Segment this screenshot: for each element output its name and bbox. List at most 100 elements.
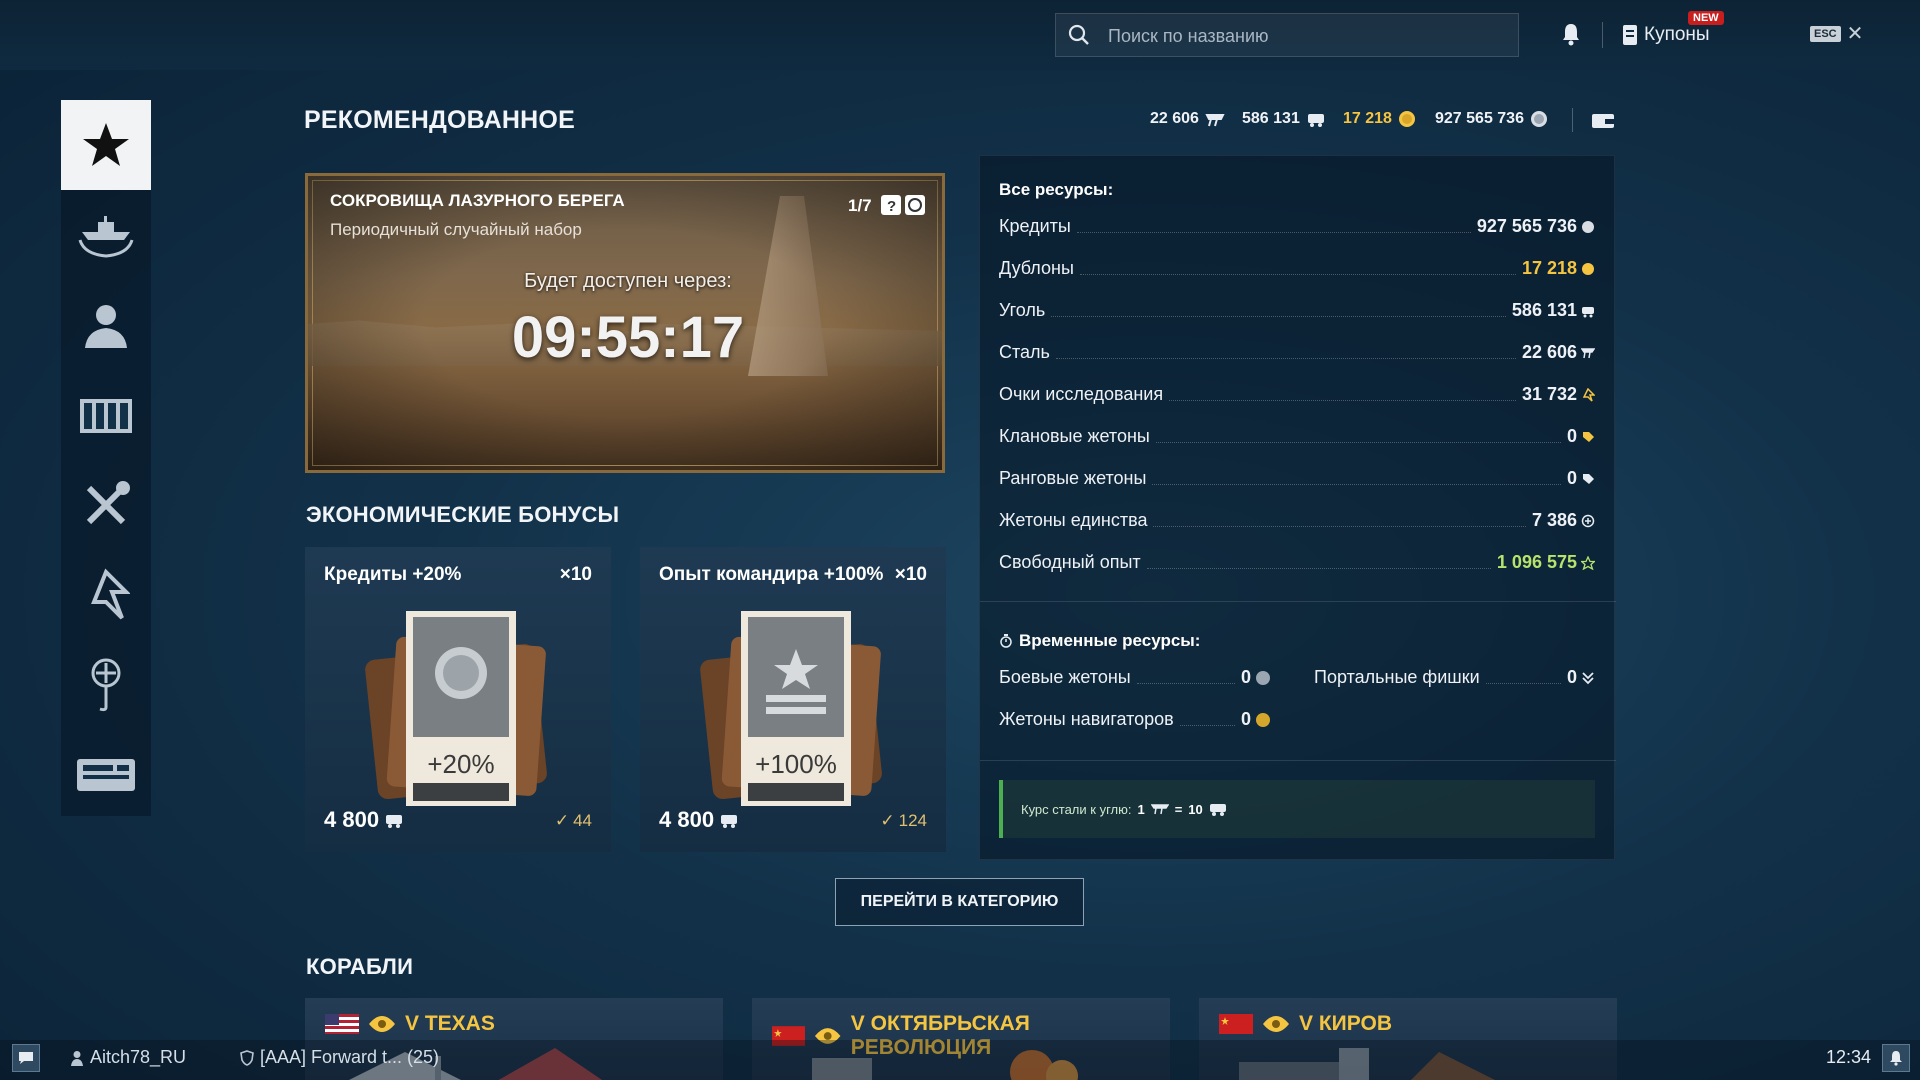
doubloons-value: 17 218 (1343, 110, 1392, 127)
star-icon (83, 123, 129, 166)
sidebar-item-ships[interactable] (61, 190, 151, 280)
container-icon (80, 399, 132, 433)
ship-name: V TEXAS (405, 1012, 495, 1035)
resource-row-free-xp: Свободный опыт 1 096 575 (999, 552, 1595, 573)
ship-name: V КИРОВ (1299, 1012, 1392, 1035)
sidebar-item-commanders[interactable] (61, 280, 151, 370)
resource-row-battle-tokens: Боевые жетоны 0 (999, 667, 1271, 688)
bell-icon (1890, 1051, 1902, 1066)
resource-value: 17 218 (1521, 258, 1577, 278)
resource-row-coal: Уголь 586 131 (999, 300, 1595, 321)
console-icon (77, 759, 135, 791)
player-icon (71, 1050, 83, 1066)
ship-title: V КИРОВ (1219, 1012, 1392, 1036)
svg-text:?: ? (887, 198, 896, 215)
divider (1602, 22, 1603, 48)
sidebar-item-customization[interactable] (61, 640, 151, 730)
go-to-category-button[interactable]: ПЕРЕЙТИ В КАТЕГОРИЮ (835, 878, 1084, 926)
coal-icon (1209, 804, 1226, 816)
bonus-card-commander-xp[interactable]: Опыт командира +100% ×10 +100% 4 800 ✓ 1… (640, 547, 946, 852)
checkmark-icon: ✓ (554, 811, 570, 830)
chat-button[interactable] (12, 1044, 40, 1072)
rank-token-icon (1583, 473, 1594, 484)
credits-icon (1582, 220, 1594, 233)
player-info[interactable]: Aitch78_RU (70, 1047, 186, 1068)
divider (980, 760, 1616, 761)
coal-icon (721, 815, 738, 828)
clan-token-icon (1583, 431, 1594, 442)
resource-row-unity-tokens: Жетоны единства 7 386 (999, 510, 1595, 531)
portal-chip-icon (1582, 671, 1594, 684)
sidebar-item-containers[interactable] (61, 370, 151, 460)
coupons-button[interactable]: Купоны (1622, 22, 1710, 48)
timer-icon (1000, 634, 1012, 648)
sidebar-item-misc[interactable] (61, 730, 151, 820)
ussr-flag-icon (1219, 1014, 1253, 1034)
resource-value: 7 386 (1531, 510, 1577, 530)
wallet-icon[interactable] (1591, 112, 1615, 130)
resource-row-clan-tokens: Клановые жетоны 0 (999, 426, 1595, 447)
exchange-rate-equals: = (1174, 801, 1183, 817)
bundle-badges: ? (880, 194, 926, 216)
resource-row-credits: Кредиты 927 565 736 (999, 216, 1595, 237)
commander-xp-bonus-art: +100% (700, 611, 882, 806)
featured-bundle-banner[interactable]: СОКРОВИЩА ЛАЗУРНОГО БЕРЕГА Периодичный с… (305, 173, 945, 473)
resource-label: Очки исследования (999, 384, 1164, 404)
clock: 12:34 (1826, 1047, 1872, 1067)
flag-emblem-icon (91, 658, 121, 712)
resource-value: 927 565 736 (1476, 216, 1577, 236)
temporary-resources-title: Временные ресурсы: (1019, 631, 1201, 650)
us-flag-icon (325, 1014, 359, 1034)
page-title: РЕКОМЕНДОВАННОЕ (304, 106, 575, 134)
resource-value: 0 (1566, 468, 1577, 488)
search-icon (1068, 24, 1089, 45)
coal-icon (386, 815, 403, 828)
bundle-count: 1/7 (848, 196, 872, 215)
coupon-icon (1623, 25, 1637, 45)
all-resources-heading: Все ресурсы: (999, 180, 1114, 199)
resource-row-portal-chips: Портальные фишки 0 (1314, 667, 1595, 688)
resource-row-steel: Сталь 22 606 (999, 342, 1595, 363)
availability-label: Будет доступен через: (524, 270, 732, 292)
resource-value: 31 732 (1521, 384, 1577, 404)
checkmark-icon: ✓ (880, 811, 895, 830)
doubloons-balance: 17 218 (1343, 110, 1416, 128)
bonus-card-credits[interactable]: Кредиты +20% ×10 +20% 4 800 ✓ 44 (305, 547, 611, 852)
sidebar-item-research[interactable] (61, 550, 151, 640)
bonus-card-multiplier: ×10 (894, 564, 927, 585)
close-button[interactable]: ESC ✕ (1810, 24, 1863, 44)
battle-token-icon (1256, 670, 1270, 685)
resource-label: Жетоны единства (999, 510, 1148, 530)
coal-value: 586 131 (1242, 110, 1300, 127)
resource-label: Жетоны навигаторов (999, 709, 1174, 729)
exchange-rate-label: Курс стали к углю: (1021, 801, 1132, 817)
bonus-badge-text: +100% (755, 749, 837, 779)
bonus-price-value: 4 800 (659, 807, 715, 832)
notifications-button[interactable] (1882, 1044, 1910, 1072)
resource-label: Уголь (999, 300, 1046, 320)
divider (980, 601, 1616, 602)
notifications-bell-icon[interactable] (1561, 22, 1581, 46)
resource-row-navigator-tokens: Жетоны навигаторов 0 (999, 709, 1271, 730)
resource-label: Дублоны (999, 258, 1074, 278)
bonus-owned-count: 124 (898, 811, 927, 830)
clan-info[interactable]: [AAA] Forward t... (25) (240, 1047, 439, 1068)
bonus-price: 4 800 (659, 807, 739, 833)
resource-value: 0 (1566, 667, 1577, 687)
resource-label: Свободный опыт (999, 552, 1141, 572)
doubloon-icon (1582, 262, 1594, 275)
steel-icon (1205, 114, 1225, 127)
search-input[interactable] (1106, 20, 1510, 52)
sidebar-item-upgrades[interactable] (61, 460, 151, 550)
search-box[interactable] (1055, 13, 1519, 57)
credits-balance: 927 565 736 (1435, 110, 1548, 128)
sidebar-item-featured[interactable] (61, 100, 151, 190)
category-sidebar (61, 100, 151, 816)
research-points-icon (1582, 387, 1595, 402)
tools-icon (86, 481, 130, 525)
periodic-icon (905, 195, 925, 215)
countdown-timer: 09:55:17 (511, 305, 745, 370)
credits-bonus-art: +20% (365, 611, 547, 806)
coupons-label: Купоны (1644, 24, 1710, 45)
resource-value: 1 096 575 (1496, 552, 1577, 572)
